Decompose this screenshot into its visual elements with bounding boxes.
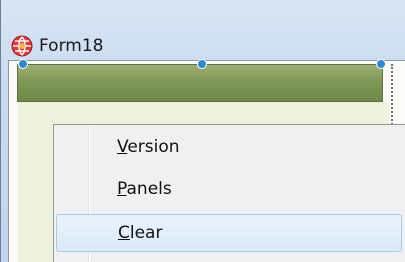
selection-handle-center[interactable] — [198, 60, 206, 68]
menu-item-version-label: Version — [117, 137, 180, 157]
selection-handle-right[interactable] — [377, 60, 385, 68]
window-title: Form18 — [39, 36, 104, 56]
app-icon[interactable] — [11, 35, 33, 57]
selection-handle-left[interactable] — [19, 60, 27, 68]
menu-item-panels[interactable]: Panels — [56, 171, 402, 209]
menu-item-version[interactable]: Version — [56, 129, 402, 167]
menu-item-clear[interactable]: Clear — [56, 214, 402, 252]
form-window: Form18 Version Panels Clear — [0, 0, 405, 262]
menu-item-panels-label: Panels — [117, 179, 172, 199]
menu-item-clear-label: Clear — [118, 223, 163, 243]
context-menu: Version Panels Clear — [53, 124, 405, 262]
title-bar[interactable]: Form18 — [1, 0, 405, 60]
top-panel[interactable] — [17, 64, 383, 102]
